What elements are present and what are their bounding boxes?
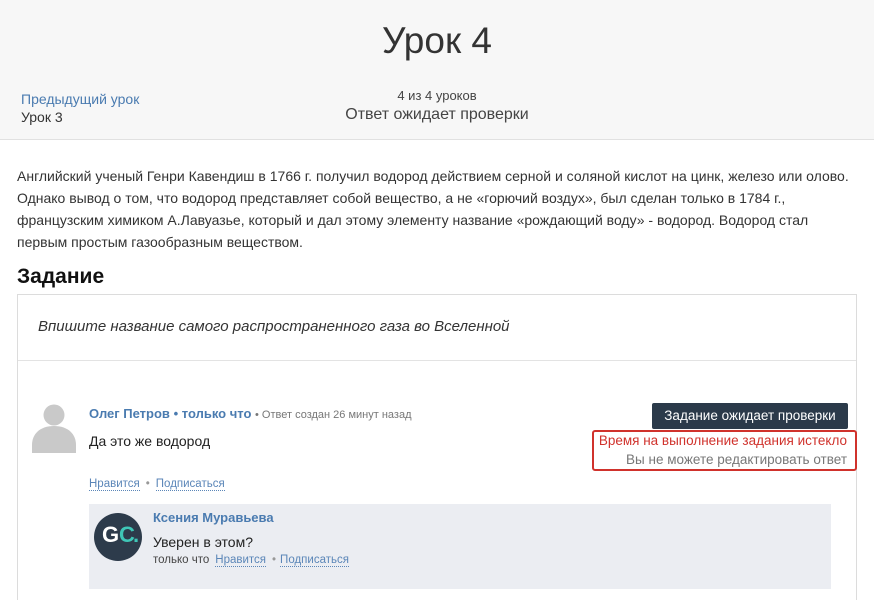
reply-comment: G C . Ксения Муравьева Уверен в этом? то… bbox=[89, 504, 831, 589]
action-separator: • bbox=[145, 478, 150, 490]
no-edit-text: Вы не можете редактировать ответ bbox=[626, 452, 847, 467]
task-question: Впишите название самого распространенног… bbox=[38, 318, 510, 335]
divider bbox=[18, 360, 856, 361]
answer-time: только что bbox=[181, 406, 252, 421]
task-box: Впишите название самого распространенног… bbox=[17, 294, 857, 600]
avatar-dot: . bbox=[133, 522, 140, 547]
gc-logo-icon: G C . bbox=[94, 513, 142, 561]
task-heading: Задание bbox=[17, 265, 105, 288]
lesson-status: Ответ ожидает проверки bbox=[345, 106, 529, 123]
page-title: Урок 4 bbox=[381, 20, 493, 61]
expired-warning: Время на выполнение задания истекло Вы н… bbox=[592, 430, 857, 471]
reply-subscribe-link[interactable]: Подписаться bbox=[280, 554, 349, 567]
pending-review-button[interactable]: Задание ожидает проверки bbox=[652, 403, 848, 429]
answer-author[interactable]: Олег Петров bbox=[89, 406, 170, 421]
user-silhouette-icon bbox=[32, 404, 76, 453]
answer-actions: Нравится • Подписаться bbox=[89, 478, 225, 491]
lesson-content: Английский ученый Генри Кавендиш в 1766 … bbox=[17, 168, 849, 250]
author-separator: • bbox=[173, 406, 179, 421]
expired-text: Время на выполнение задания истекло bbox=[598, 433, 847, 448]
reply-separator: • bbox=[272, 554, 277, 566]
avatar-letter-g: G bbox=[102, 522, 120, 547]
like-link[interactable]: Нравится bbox=[89, 478, 140, 491]
lesson-header: Урок 4 Предыдущий урок Урок 3 4 из 4 уро… bbox=[0, 0, 874, 140]
lesson-counter: 4 из 4 уроков bbox=[397, 88, 477, 103]
reply-actions: только что Нравится • Подписаться bbox=[153, 554, 349, 567]
subscribe-link[interactable]: Подписаться bbox=[155, 478, 225, 491]
reply-like-link[interactable]: Нравится bbox=[215, 554, 267, 567]
answer-author-line: Олег Петров • только что • Ответ создан … bbox=[89, 406, 412, 421]
reply-text: Уверен в этом? bbox=[153, 534, 253, 550]
answer-text: Да это же водород bbox=[89, 433, 211, 449]
reply-author[interactable]: Ксения Муравьева bbox=[153, 510, 274, 525]
answer-meta: • Ответ создан 26 минут назад bbox=[255, 409, 412, 421]
reply-time: только что bbox=[153, 554, 210, 566]
